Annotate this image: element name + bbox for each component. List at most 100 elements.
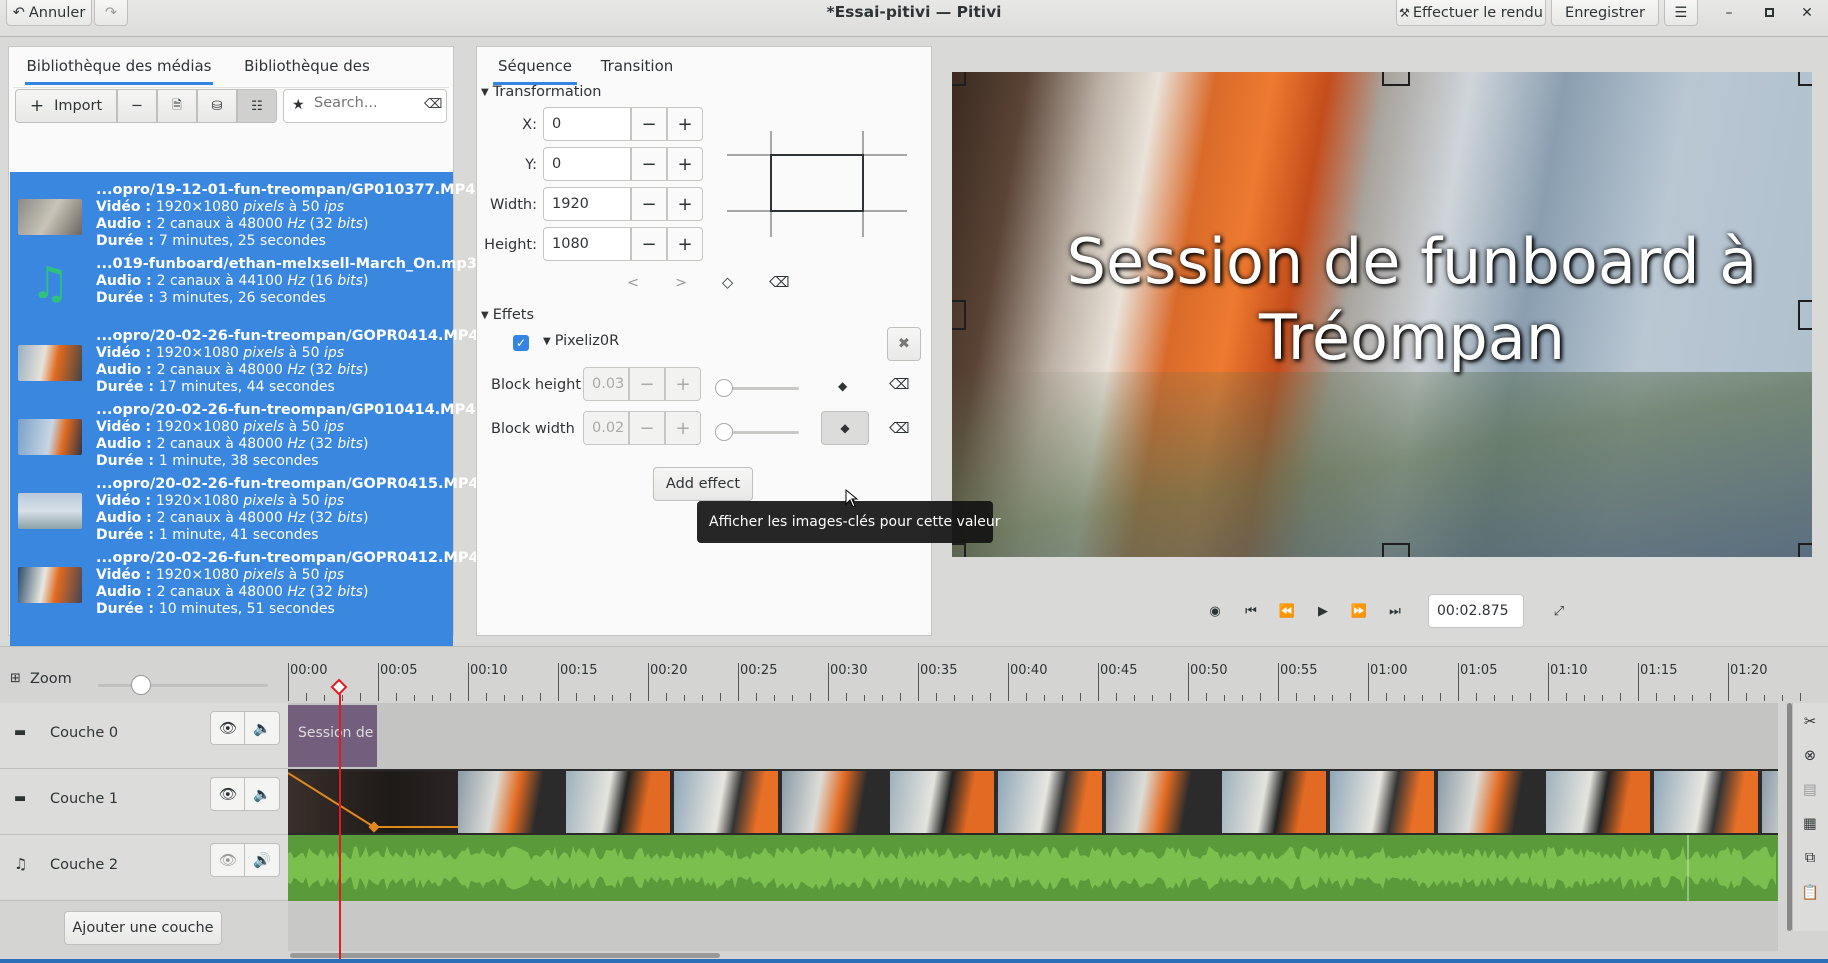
resize-handle-bottom-left[interactable]	[952, 543, 966, 557]
media-item[interactable]: ...opro/20-02-26-fun-treompan/GP010414.M…	[10, 392, 475, 469]
fast-forward-button[interactable]: ⏩	[1344, 596, 1374, 626]
block-width-reset-icon[interactable]: ⌫	[889, 421, 910, 437]
close-window-button[interactable]: ✕	[1790, 0, 1824, 25]
media-item[interactable]: ...opro/20-02-26-fun-treompan/GOPR0415.M…	[10, 466, 479, 543]
media-item[interactable]: ♫ ...019-funboard/ethan-melxsell-March_On…	[10, 246, 477, 320]
search-input[interactable]	[314, 95, 418, 111]
height-input[interactable]: 1080	[543, 227, 631, 261]
remove-media-button[interactable]: −	[117, 89, 157, 123]
transformation-section[interactable]: ▼ Transformation	[481, 84, 602, 100]
time-ruler[interactable]: 00:00 00:05 00:10 00:15 00:20 00:25 00:30 00:35…	[288, 663, 1801, 701]
layer-2-mute-toggle[interactable]: 🔊	[244, 843, 280, 877]
render-button[interactable]: ⚒ Effectuer le rendu	[1396, 0, 1546, 26]
x-increment[interactable]: +	[667, 107, 703, 141]
resize-handle-bottom-right[interactable]	[1798, 543, 1812, 557]
save-button[interactable]: Enregistrer	[1551, 0, 1659, 26]
clip-properties-button[interactable]: 🗎	[157, 89, 197, 123]
resize-handle-right[interactable]	[1798, 300, 1812, 330]
block-height-input[interactable]: 0.03	[583, 367, 629, 401]
delete-clip-button[interactable]: ⊗	[1795, 741, 1825, 771]
x-decrement[interactable]: −	[631, 107, 667, 141]
tab-media-library[interactable]: Bibliothèque des médias	[17, 47, 221, 85]
layer-0-visibility-toggle[interactable]: 👁	[210, 711, 246, 745]
height-decrement[interactable]: −	[631, 227, 667, 261]
import-button[interactable]: + Import	[15, 89, 117, 123]
ungroup-button[interactable]: ▦	[1795, 809, 1825, 839]
copy-button[interactable]: ⧉	[1795, 843, 1825, 873]
keyframe-icon[interactable]: ◇	[722, 275, 733, 291]
track-layer-1[interactable]	[288, 769, 1778, 835]
undock-viewer-button[interactable]: ⤢	[1544, 596, 1574, 626]
add-effect-button[interactable]: Add effect	[653, 467, 753, 501]
block-width-slider-knob[interactable]	[715, 423, 733, 441]
effect-enabled-checkbox[interactable]: ✓	[513, 335, 529, 351]
block-width-decrement[interactable]: −	[629, 411, 665, 445]
media-list[interactable]: ...opro/19-12-01-fun-treompan/GP010377.M…	[10, 172, 479, 681]
y-decrement[interactable]: −	[631, 147, 667, 181]
width-increment[interactable]: +	[667, 187, 703, 221]
block-width-keyframe-button[interactable]: ◆	[821, 411, 869, 445]
block-height-increment[interactable]: +	[665, 367, 701, 401]
layer-0-mute-toggle[interactable]: 🔈	[244, 711, 280, 745]
block-height-reset-icon[interactable]: ⌫	[889, 377, 910, 393]
track-layer-0[interactable]: Session de	[288, 703, 1778, 769]
timeline-empty-area[interactable]	[288, 901, 1778, 951]
group-button[interactable]: ▤	[1795, 775, 1825, 805]
zoom-slider[interactable]	[98, 684, 268, 687]
go-to-end-button[interactable]: ⏭	[1380, 596, 1410, 626]
minimize-button[interactable]: –	[1712, 0, 1746, 25]
zoom-slider-knob[interactable]	[131, 675, 151, 695]
width-decrement[interactable]: −	[631, 187, 667, 221]
effects-section[interactable]: ▼ Effets	[481, 307, 534, 323]
width-input[interactable]: 1920	[543, 187, 631, 221]
resize-handle-top-right[interactable]	[1798, 72, 1812, 86]
paste-button[interactable]: 📋	[1795, 877, 1825, 907]
zoom-fit-icon[interactable]: ⊞	[10, 671, 21, 686]
maximize-button[interactable]	[1752, 0, 1786, 25]
add-layer-button[interactable]: Ajouter une couche	[64, 911, 222, 945]
block-width-increment[interactable]: +	[665, 411, 701, 445]
layer-1-mute-toggle[interactable]: 🔈	[244, 777, 280, 811]
block-width-input[interactable]: 0.02	[583, 411, 629, 445]
video-preview[interactable]: Session de funboard à Tréompan	[952, 72, 1812, 557]
tab-transition[interactable]: Transition	[585, 47, 689, 85]
previous-keyframe-icon[interactable]: <	[627, 275, 639, 291]
timecode-input[interactable]: 00:02.875	[1428, 594, 1524, 628]
y-input[interactable]: 0	[543, 147, 631, 181]
track-layer-2[interactable]	[288, 835, 1778, 901]
undo-button[interactable]: ↶ Annuler	[6, 0, 92, 26]
play-button[interactable]: ▶	[1308, 596, 1338, 626]
y-increment[interactable]: +	[667, 147, 703, 181]
layer-1-visibility-toggle[interactable]: 👁	[210, 777, 246, 811]
tab-effects-library[interactable]: Bibliothèque des effets	[221, 47, 393, 113]
resize-handle-top-left[interactable]	[952, 72, 966, 86]
layer-2-visibility-toggle[interactable]: 👁	[210, 843, 246, 877]
clear-search-icon[interactable]: ⌫	[424, 97, 442, 112]
rewind-button[interactable]: ⏪	[1272, 596, 1302, 626]
x-input[interactable]: 0	[543, 107, 631, 141]
horizontal-scrollbar[interactable]	[290, 953, 720, 958]
list-view-toggle[interactable]: ☷	[237, 89, 277, 123]
playhead[interactable]	[339, 689, 341, 959]
media-item[interactable]: ...opro/19-12-01-fun-treompan/GP010377.M…	[10, 172, 475, 249]
resize-handle-top[interactable]	[1382, 72, 1410, 86]
media-item[interactable]: ...opro/20-02-26-fun-treompan/GOPR0414.M…	[10, 318, 479, 395]
next-keyframe-icon[interactable]: >	[675, 275, 687, 291]
block-height-decrement[interactable]: −	[629, 367, 665, 401]
proxy-button[interactable]: ⛁	[197, 89, 237, 123]
remove-effect-button[interactable]: ✖	[887, 327, 921, 361]
main-menu-button[interactable]: ☰	[1664, 0, 1698, 26]
resize-handle-bottom[interactable]	[1382, 543, 1410, 557]
block-height-slider-knob[interactable]	[715, 379, 733, 397]
resize-handle-left[interactable]	[952, 300, 966, 330]
reset-transform-icon[interactable]: ⌫	[769, 275, 790, 291]
block-height-keyframe-icon[interactable]: ◆	[838, 379, 847, 393]
title-clip[interactable]: Session de	[288, 705, 377, 767]
redo-button[interactable]: ↷	[94, 0, 128, 26]
split-clip-button[interactable]: ✂	[1795, 707, 1825, 737]
video-clip-thumbnails[interactable]	[458, 771, 1778, 833]
height-increment[interactable]: +	[667, 227, 703, 261]
search-field[interactable]: ★ ⌫	[283, 89, 447, 123]
effect-pixelizor-expander[interactable]: ▼ Pixeliz0R	[543, 333, 619, 349]
tab-sequence[interactable]: Séquence	[485, 47, 585, 85]
